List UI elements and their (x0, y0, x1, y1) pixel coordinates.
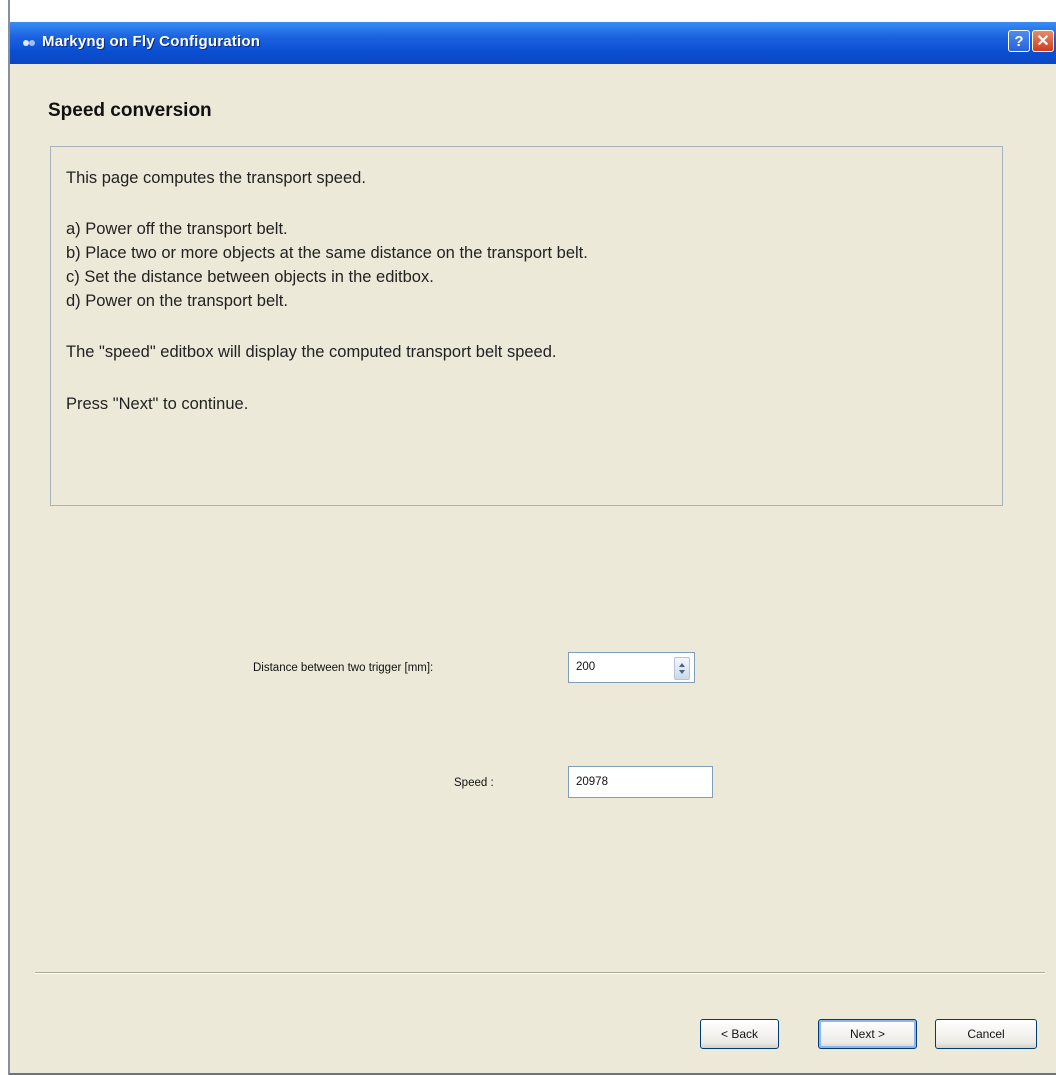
wizard-dialog: Markyng on Fly Configuration ? ✕ Speed c… (8, 0, 1056, 1075)
speed-field[interactable]: 20978 (568, 766, 713, 798)
speed-label: Speed : (454, 777, 494, 789)
distance-label: Distance between two trigger [mm]: (253, 662, 434, 674)
distance-value[interactable]: 200 (576, 661, 595, 673)
window-title: Markyng on Fly Configuration (42, 33, 261, 50)
page-title: Speed conversion (48, 100, 212, 121)
step-a-text: a) Power off the transport belt. (66, 220, 288, 238)
intro-text: This page computes the transport speed. (66, 169, 366, 187)
app-icon (23, 40, 35, 46)
back-button[interactable]: < Back (700, 1019, 779, 1049)
spin-arrows[interactable] (674, 657, 690, 680)
background-window-strip (10, 0, 1056, 23)
speed-note-text: The "speed" editbox will display the com… (66, 343, 557, 361)
step-c-text: c) Set the distance between objects in t… (66, 268, 434, 286)
instructions-box: This page computes the transport speed. … (50, 146, 1003, 506)
help-button[interactable]: ? (1008, 30, 1030, 52)
distance-spinbox[interactable]: 200 (568, 652, 695, 683)
step-d-text: d) Power on the transport belt. (66, 292, 288, 310)
title-bar[interactable]: Markyng on Fly Configuration ? ✕ (10, 22, 1056, 64)
continue-note-text: Press "Next" to continue. (66, 395, 249, 413)
next-button[interactable]: Next > (818, 1019, 917, 1049)
footer-separator (35, 972, 1045, 974)
spin-up-icon[interactable] (679, 663, 685, 667)
help-icon: ? (1014, 32, 1024, 50)
spin-down-icon[interactable] (679, 670, 685, 674)
speed-value: 20978 (576, 776, 608, 788)
cancel-button[interactable]: Cancel (935, 1019, 1037, 1049)
step-b-text: b) Place two or more objects at the same… (66, 244, 588, 262)
close-button[interactable]: ✕ (1032, 30, 1054, 52)
close-icon: ✕ (1036, 33, 1050, 50)
